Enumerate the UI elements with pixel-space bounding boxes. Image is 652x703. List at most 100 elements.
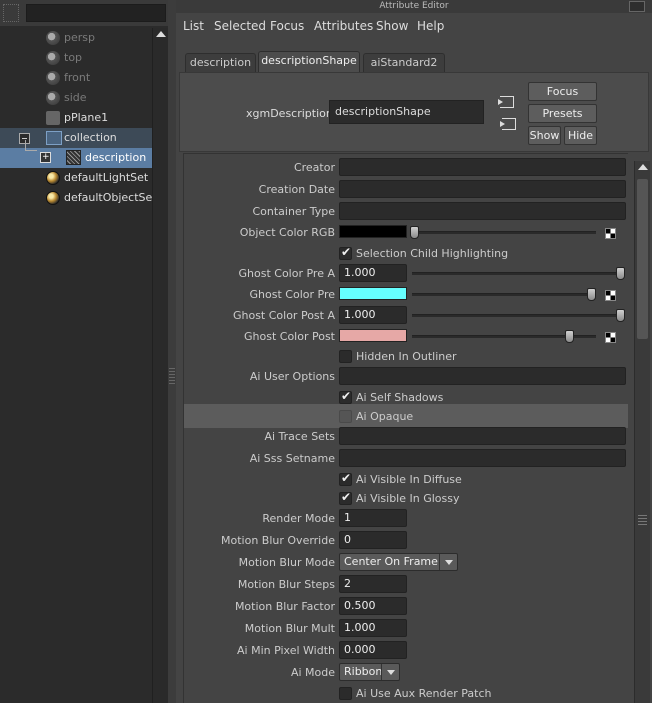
ai-min-pixel-width-field[interactable]: 0.000 (339, 641, 407, 659)
outliner-item-side[interactable]: side (0, 88, 152, 108)
pane-splitter[interactable] (168, 0, 176, 703)
scrollbar-thumb[interactable] (637, 179, 648, 339)
tree-line (25, 150, 37, 151)
menu-list[interactable]: List (183, 19, 204, 33)
menu-focus[interactable]: Focus (270, 19, 304, 33)
ghost-color-pre-a-slider-handle[interactable] (616, 267, 625, 280)
checkbox-label: Ai Visible In Glossy (356, 492, 460, 505)
hidden-in-outliner-checkbox[interactable] (339, 350, 352, 363)
ghost-color-pre-slider-handle[interactable] (587, 288, 596, 301)
outliner-filter-grip-icon[interactable] (3, 4, 19, 22)
ai-self-shadows-checkbox[interactable] (339, 389, 352, 404)
ghost-color-pre-a-field[interactable]: 1.000 (339, 264, 407, 282)
outliner-item-description[interactable]: description (0, 140, 152, 168)
outliner-item-label: collection (64, 131, 117, 144)
ai-user-options-field[interactable] (339, 367, 626, 385)
show-button[interactable]: Show (528, 126, 561, 145)
ghost-color-post-a-slider-handle[interactable] (616, 309, 625, 322)
tab-descriptionshape[interactable]: descriptionShape (258, 51, 360, 72)
outliner-item-persp[interactable]: persp (0, 28, 152, 48)
expand-toggle-icon[interactable] (40, 147, 51, 167)
attr-ai-opaque: Ai Opaque (184, 407, 628, 428)
input-connection-icon[interactable] (498, 96, 514, 108)
camera-icon (46, 31, 60, 45)
dropdown-value: Ribbon (344, 665, 383, 678)
focus-button[interactable]: Focus (528, 82, 597, 101)
menu-selected[interactable]: Selected (214, 19, 266, 33)
ai-sss-setname-field[interactable] (339, 449, 626, 467)
outliner-tree: persp top front side pPlane1 collection (0, 28, 157, 208)
container-type-field[interactable] (339, 202, 626, 220)
attr-label: Creation Date (258, 183, 335, 196)
motion-blur-factor-field[interactable]: 0.500 (339, 597, 407, 615)
description-icon (66, 150, 81, 165)
hide-button[interactable]: Hide (564, 126, 597, 145)
menu-attributes[interactable]: Attributes (314, 19, 373, 33)
object-color-slider-handle[interactable] (410, 226, 419, 239)
outliner-scrollbar[interactable] (152, 28, 168, 703)
output-connection-icon[interactable] (500, 118, 516, 130)
ai-visible-in-diffuse-checkbox[interactable] (339, 471, 352, 486)
ghost-color-post-a-slider[interactable] (412, 314, 624, 317)
window-title: Attribute Editor (176, 0, 652, 13)
motion-blur-mult-field[interactable]: 1.000 (339, 619, 407, 637)
ghost-color-pre-swatch[interactable] (339, 287, 407, 300)
presets-button[interactable]: Presets (528, 104, 597, 123)
ghost-color-post-swatch[interactable] (339, 329, 407, 342)
scroll-up-arrow-icon[interactable] (638, 164, 648, 170)
menu-show[interactable]: Show (376, 19, 408, 33)
splitter-grip-icon[interactable] (169, 366, 175, 384)
object-color-swatch[interactable] (339, 225, 407, 238)
outliner-item-front[interactable]: front (0, 68, 152, 88)
attr-label: Motion Blur Mult (244, 622, 335, 635)
motion-blur-override-field[interactable]: 0 (339, 531, 407, 549)
attribute-editor-panel: Attribute Editor List Selected Focus Att… (176, 0, 652, 703)
attr-ghost-color-post-a: Ghost Color Post A 1.000 (184, 306, 628, 327)
ai-opaque-checkbox[interactable] (339, 410, 352, 423)
node-name-field[interactable]: descriptionShape (329, 100, 484, 124)
color-picker-icon[interactable] (605, 228, 616, 239)
outliner-item-defaultlightset[interactable]: defaultLightSet (0, 168, 152, 188)
scroll-grip-icon[interactable] (638, 513, 647, 525)
window-button-icon[interactable] (629, 1, 645, 12)
menu-help[interactable]: Help (417, 19, 444, 33)
ghost-color-post-slider-handle[interactable] (565, 330, 574, 343)
ai-trace-sets-field[interactable] (339, 427, 626, 445)
outliner-search-input[interactable] (26, 4, 166, 22)
tab-aistandard2[interactable]: aiStandard2 (363, 53, 445, 72)
outliner-item-top[interactable]: top (0, 48, 152, 68)
outliner-item-collection[interactable]: collection (0, 128, 152, 148)
attr-motion-blur-override: Motion Blur Override 0 (184, 531, 628, 552)
creator-field[interactable] (339, 158, 626, 176)
creation-date-field[interactable] (339, 180, 626, 198)
attr-label: Render Mode (262, 512, 335, 525)
attr-label: Creator (293, 161, 335, 174)
ai-use-aux-render-patch-checkbox[interactable] (339, 687, 352, 700)
attr-motion-blur-mode: Motion Blur Mode Center On Frame (184, 553, 628, 574)
tab-description[interactable]: description (185, 53, 256, 72)
attributes-scrollbar[interactable] (634, 161, 650, 703)
color-picker-icon[interactable] (605, 290, 616, 301)
outliner-item-defaultobjectset[interactable]: defaultObjectSet (0, 188, 157, 208)
checkbox-label: Ai Use Aux Render Patch (356, 687, 492, 700)
selection-child-highlighting-checkbox[interactable] (339, 245, 352, 260)
attr-ghost-color-pre-a: Ghost Color Pre A 1.000 (184, 264, 628, 285)
dropdown-value: Center On Frame (344, 555, 438, 568)
object-color-slider[interactable] (412, 231, 596, 234)
outliner-item-pplane1[interactable]: pPlane1 (0, 108, 152, 128)
color-picker-icon[interactable] (605, 332, 616, 343)
ghost-color-post-a-field[interactable]: 1.000 (339, 306, 407, 324)
outliner-item-label: defaultObjectSet (64, 191, 157, 204)
motion-blur-mode-dropdown[interactable]: Center On Frame (339, 553, 458, 571)
tree-line (25, 140, 26, 150)
attr-motion-blur-steps: Motion Blur Steps 2 (184, 575, 628, 596)
render-mode-field[interactable]: 1 (339, 509, 407, 527)
set-icon (46, 171, 60, 185)
node-type-label: xgmDescription: (246, 107, 337, 120)
ai-visible-in-glossy-checkbox[interactable] (339, 490, 352, 505)
motion-blur-steps-field[interactable]: 2 (339, 575, 407, 593)
scroll-up-arrow-icon[interactable] (156, 31, 166, 37)
ghost-color-pre-a-slider[interactable] (412, 272, 624, 275)
ai-mode-dropdown[interactable]: Ribbon (339, 663, 400, 681)
ghost-color-pre-slider[interactable] (412, 293, 596, 296)
